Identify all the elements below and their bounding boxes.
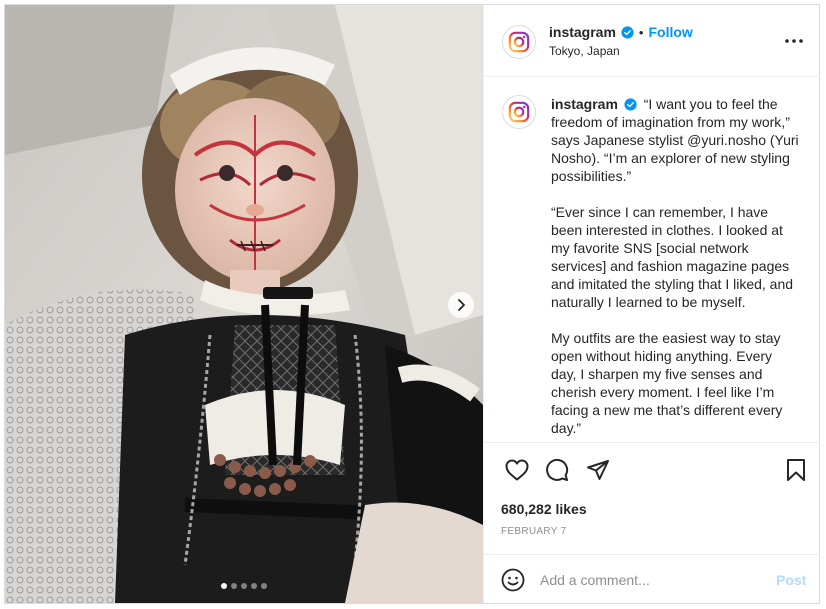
post-comment-button[interactable]: Post [776, 572, 806, 588]
caption-username-link[interactable]: instagram [551, 96, 618, 112]
carousel-dot [241, 583, 247, 589]
instagram-logo-icon [508, 31, 530, 53]
post-header: instagram • Follow Tokyo, Japan [484, 5, 820, 77]
save-button[interactable] [783, 457, 809, 483]
heart-icon [505, 459, 529, 481]
carousel-dot [231, 583, 237, 589]
follow-button[interactable]: Follow [648, 24, 692, 40]
username-link[interactable]: instagram [549, 24, 616, 40]
caption-paragraph: “Ever since I can remember, I have been … [551, 204, 794, 310]
bookmark-icon [787, 459, 805, 481]
carousel-dot-active [221, 583, 227, 589]
carousel-next-button[interactable] [448, 292, 474, 318]
avatar[interactable] [502, 25, 536, 59]
comment-box: Post [484, 554, 820, 603]
verified-badge-icon [621, 25, 634, 39]
post-photo [5, 5, 483, 603]
more-options-button[interactable] [782, 29, 806, 53]
comment-input[interactable] [540, 569, 760, 591]
separator-dot: • [638, 24, 644, 40]
post-caption: instagram “I want you to feel the freedo… [551, 95, 801, 442]
like-button[interactable] [504, 457, 530, 483]
caption-scroll-area[interactable]: instagram “I want you to feel the freedo… [484, 77, 820, 442]
verified-badge-icon [624, 98, 637, 111]
carousel-indicator [5, 583, 483, 589]
post-date[interactable]: FEBRUARY 7 [501, 526, 566, 537]
post-author: instagram • Follow [549, 24, 693, 40]
more-options-icon [785, 39, 803, 43]
post-media[interactable] [5, 5, 483, 603]
likes-count[interactable]: 680,282 likes [501, 501, 587, 517]
emoji-icon [501, 568, 525, 592]
comment-button[interactable] [544, 457, 570, 483]
share-icon [587, 460, 609, 480]
instagram-logo-icon [508, 101, 530, 123]
post-actions: 680,282 likes FEBRUARY 7 [484, 442, 820, 554]
caption-paragraph: My outfits are the easiest way to stay o… [551, 330, 783, 436]
comment-icon [546, 458, 569, 481]
carousel-dot [261, 583, 267, 589]
share-button[interactable] [585, 457, 611, 483]
chevron-right-icon [458, 299, 465, 311]
post-sidebar: instagram • Follow Tokyo, Japan instagra… [483, 5, 820, 603]
caption-avatar[interactable] [502, 95, 536, 129]
instagram-post-modal: instagram • Follow Tokyo, Japan instagra… [4, 4, 820, 604]
location-link[interactable]: Tokyo, Japan [549, 44, 620, 58]
caption-paragraph: instagram “I want you to feel the freedo… [551, 95, 801, 185]
carousel-dot [251, 583, 257, 589]
emoji-button[interactable] [500, 567, 526, 593]
